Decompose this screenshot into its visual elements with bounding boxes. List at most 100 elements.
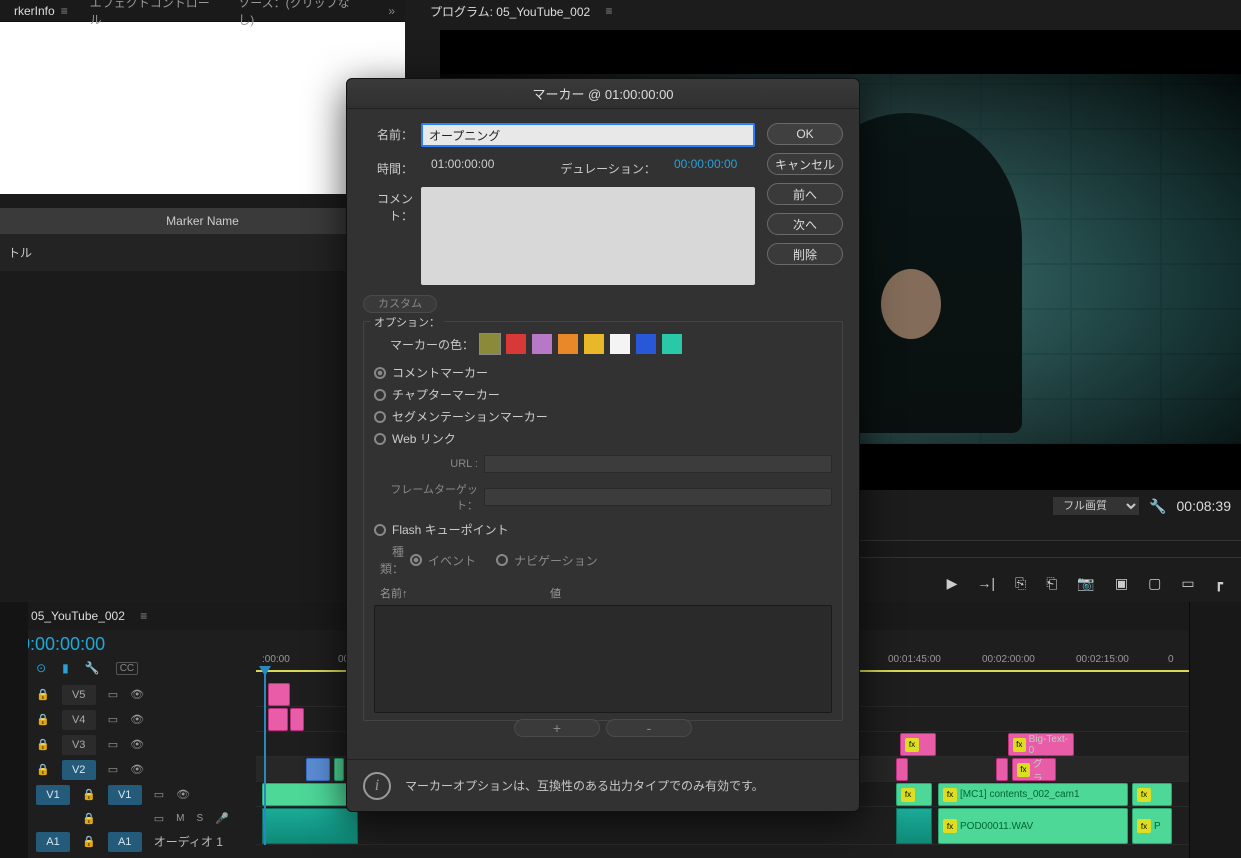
cc-icon[interactable]: CC <box>116 662 138 675</box>
url-input[interactable] <box>484 455 832 473</box>
extract-icon[interactable]: ⎗ <box>1046 575 1057 592</box>
menu-icon[interactable]: ≡ <box>61 4 68 18</box>
clip[interactable] <box>996 758 1008 781</box>
marker-color-label: マーカーの色： <box>374 336 474 353</box>
custom-chip[interactable]: カスタム <box>363 295 437 313</box>
source-a1[interactable]: A1 <box>36 832 70 852</box>
radio-segmentation-marker[interactable]: セグメンテーションマーカー <box>374 408 832 425</box>
source-v1[interactable]: V1 <box>36 785 70 805</box>
tab-fx-controls[interactable]: エフェクトコントロール <box>84 0 223 30</box>
tab-markerinfo[interactable]: rkerInfo ≡ <box>8 2 74 20</box>
clip[interactable] <box>896 758 908 781</box>
next-button[interactable]: 次へ <box>767 213 843 235</box>
color-swatch[interactable] <box>610 334 630 354</box>
overflow-icon[interactable]: » <box>386 2 397 20</box>
audio-clip[interactable]: fxPOD00011.WAV <box>938 808 1128 844</box>
clip[interactable] <box>334 758 344 781</box>
linked-sel-icon[interactable]: ⊙ <box>36 661 46 675</box>
name-input[interactable] <box>421 123 755 147</box>
audio-track-label: オーディオ 1 <box>154 833 223 850</box>
program-tab-bar: プログラム: 05_YouTube_002 ≡ <box>416 0 1241 22</box>
value-col-label: 値 <box>550 585 561 601</box>
step-fwd-icon[interactable]: →| <box>977 575 995 591</box>
footer-text: マーカーオプションは、互換性のある出力タイプでのみ有効です。 <box>405 777 764 794</box>
radio-web-link[interactable]: Web リンク <box>374 430 832 447</box>
settings-icon[interactable]: 🔧 <box>1149 498 1166 515</box>
clip[interactable]: fx <box>900 733 936 756</box>
marker-dialog: マーカー @ 01:00:00:00 OK キャンセル 前へ 次へ 削除 名前：… <box>346 78 860 812</box>
clip[interactable]: fx[MC1] contents_002_cam1 <box>938 783 1128 806</box>
time-value[interactable]: 01:00:00:00 <box>431 157 494 171</box>
sequence-tab[interactable]: 05_YouTube_002 ≡ <box>25 607 153 625</box>
marker-icon[interactable]: ▮ <box>62 661 69 675</box>
duration-value[interactable]: 00:00:00:00 <box>674 157 737 171</box>
safe-margin-icon[interactable]: ▢ <box>1148 575 1161 592</box>
cinema-icon[interactable]: ┏ <box>1215 575 1223 592</box>
cue-params-list[interactable] <box>374 605 832 713</box>
radio-event[interactable] <box>410 554 422 566</box>
color-swatch[interactable] <box>584 334 604 354</box>
prev-button[interactable]: 前へ <box>767 183 843 205</box>
clip[interactable]: fxBig-Text-0 <box>1008 733 1074 756</box>
playhead[interactable] <box>264 672 266 845</box>
type-label: 種類： <box>374 543 404 577</box>
ok-button[interactable]: OK <box>767 123 843 145</box>
delete-button[interactable]: 削除 <box>767 243 843 265</box>
audio-clip[interactable] <box>896 808 932 844</box>
radio-flash-cue[interactable]: Flash キューポイント <box>374 521 832 538</box>
audio-clip[interactable]: fxP <box>1132 808 1172 844</box>
remove-param-button[interactable]: - <box>606 719 692 737</box>
lift-icon[interactable]: ⎘ <box>1015 575 1026 592</box>
track-target-v4[interactable]: V4 <box>62 710 96 730</box>
color-swatch[interactable] <box>506 334 526 354</box>
export-frame-icon[interactable]: 📷 <box>1077 575 1094 592</box>
quality-select[interactable]: フル画質 <box>1053 497 1139 515</box>
info-icon: i <box>363 772 391 800</box>
frame-target-input[interactable] <box>484 488 832 506</box>
program-tab[interactable]: プログラム: 05_YouTube_002 ≡ <box>424 1 619 22</box>
cancel-button[interactable]: キャンセル <box>767 153 843 175</box>
track-target-v1[interactable]: V1 <box>108 785 142 805</box>
marker-row[interactable]: トル <box>0 234 405 271</box>
color-swatch[interactable] <box>480 334 500 354</box>
track-target-v3[interactable]: V3 <box>62 735 96 755</box>
fullscreen-icon[interactable]: ▭ <box>1181 575 1194 592</box>
clip[interactable] <box>268 708 288 731</box>
radio-comment-marker[interactable]: コメントマーカー <box>374 364 832 381</box>
eye-icon[interactable]: 👁 <box>130 688 144 701</box>
comment-label: コメント： <box>363 187 413 224</box>
color-swatch[interactable] <box>662 334 682 354</box>
lock-icon[interactable]: 🔒 <box>36 763 50 776</box>
track-target-a1[interactable]: A1 <box>108 832 142 852</box>
sync-lock-icon[interactable]: ▭ <box>108 688 118 701</box>
color-swatch[interactable] <box>636 334 656 354</box>
color-swatch[interactable] <box>532 334 552 354</box>
clip[interactable]: fxグラ <box>1012 758 1056 781</box>
comment-input[interactable] <box>421 187 755 285</box>
time-label: 時間： <box>363 157 413 177</box>
clip[interactable] <box>306 758 330 781</box>
play-icon[interactable]: ▶ <box>947 575 958 592</box>
duration-label: デュレーション： <box>560 157 656 177</box>
color-swatch[interactable] <box>558 334 578 354</box>
lock-icon[interactable]: 🔒 <box>36 738 50 751</box>
voice-icon[interactable]: 🎤 <box>215 812 229 825</box>
clip[interactable]: fx <box>896 783 932 806</box>
url-label: URL : <box>374 458 478 470</box>
clip[interactable] <box>290 708 304 731</box>
clip[interactable] <box>268 683 290 706</box>
clip[interactable] <box>262 783 358 806</box>
track-target-v5[interactable]: V5 <box>62 685 96 705</box>
lock-icon[interactable]: 🔒 <box>36 713 50 726</box>
radio-chapter-marker[interactable]: チャプターマーカー <box>374 386 832 403</box>
settings-icon[interactable]: 🔧 <box>85 661 100 675</box>
compare-icon[interactable]: ▣ <box>1115 575 1128 592</box>
tab-source[interactable]: ソース：(クリップなし) <box>232 0 366 30</box>
add-param-button[interactable]: + <box>514 719 600 737</box>
radio-navigation[interactable] <box>496 554 508 566</box>
menu-icon[interactable]: ≡ <box>606 4 613 18</box>
track-target-v2[interactable]: V2 <box>62 760 96 780</box>
audio-clip[interactable] <box>262 808 358 844</box>
lock-icon[interactable]: 🔒 <box>36 688 50 701</box>
clip[interactable]: fx <box>1132 783 1172 806</box>
